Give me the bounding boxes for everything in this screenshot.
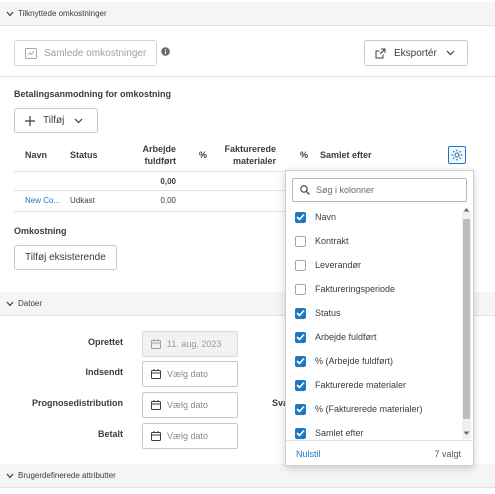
export-label: Eksportér [394,47,437,59]
created-date-field: 11. aug. 2023 [142,331,238,357]
checkbox-checked[interactable] [295,403,306,415]
search-placeholder: Søg i kolonner [316,185,375,195]
column-header-percent-work[interactable]: % [199,149,207,161]
column-option-label: % (Fakturerede materialer) [315,404,423,414]
column-option-label: Samlet efter [315,428,364,438]
submitted-date-value: Vælg dato [167,369,209,379]
column-header-work-completed[interactable]: Arbejde fuldført [128,143,176,167]
total-costs-button[interactable]: Samlede omkostninger [14,40,157,66]
total-work-completed: 0,00 [160,177,176,186]
plus-icon [25,115,35,126]
column-option-label: Status [315,308,341,318]
calendar-icon [151,369,161,379]
checkbox-checked[interactable] [295,307,306,319]
chevron-down-icon [5,471,14,480]
column-option-label: Fakturerede materialer [315,380,407,390]
calendar-icon [151,339,161,349]
calendar-icon [151,400,161,410]
summary-icon [25,47,37,59]
section-header-custom-attributes[interactable]: Brugerdefinerede attributter [0,464,495,488]
add-existing-label: Tilføj eksisterende [25,252,106,263]
chevron-down-icon [74,118,83,124]
column-option-label: Faktureringsperiode [315,284,396,294]
created-date-value: 11. aug. 2023 [167,339,222,349]
chevron-down-icon [5,299,14,308]
table-row[interactable]: New Co... Udkast 0,00 [14,191,285,211]
calendar-icon [151,431,161,441]
column-option[interactable]: Kontrakt [295,233,349,249]
created-label: Oprettet [87,337,123,347]
forecast-distribution-date-field[interactable]: Vælg dato [142,392,238,418]
scrollbar-thumb[interactable] [463,219,470,419]
paid-date-value: Vælg dato [167,431,209,441]
checkbox-unchecked[interactable] [295,235,306,247]
column-option-label: Kontrakt [315,236,349,246]
section-title: Tilknyttede omkostninger [18,9,107,18]
column-search-input[interactable]: Søg i kolonner [292,178,467,202]
checkbox-checked[interactable] [295,379,306,391]
forecast-distribution-date-value: Vælg dato [167,400,209,410]
column-header-percent-materials[interactable]: % [300,149,308,161]
column-header-invoiced-materials[interactable]: Fakturerede materialer [218,143,276,167]
info-icon[interactable] [161,47,170,56]
section-title: Brugerdefinerede attributter [18,471,116,480]
row-work-completed: 0,00 [160,196,176,205]
column-option[interactable]: Arbejde fuldført [295,329,377,345]
cost-title: Omkostning [14,226,67,236]
column-header-total-after[interactable]: Samlet efter [320,149,372,161]
selected-count: 7 valgt [434,448,461,459]
export-button[interactable]: Eksportér [364,40,468,66]
checkbox-unchecked[interactable] [295,259,306,271]
checkbox-checked[interactable] [295,211,306,223]
section-header-related-costs[interactable]: Tilknyttede omkostninger [0,2,495,26]
payment-request-title: Betalingsanmodning for omkostning [14,89,171,99]
section-title: Datoer [18,299,43,308]
submitted-label: Indsendt [85,367,124,377]
row-divider [14,211,285,212]
table-header-divider [14,171,285,172]
export-icon [375,48,386,59]
column-option[interactable]: Fakturerede materialer [295,377,406,393]
paid-label: Betalt [97,429,123,439]
column-option-label: Leverandør [315,260,362,270]
column-header-name[interactable]: Navn [25,149,47,161]
chevron-down-icon [5,9,14,18]
scroll-down-arrow-icon[interactable] [463,431,470,436]
column-picker-panel: Søg i kolonner Navn Kontrakt Leverandør Fak… [285,170,474,466]
scroll-up-arrow-icon[interactable] [463,207,470,212]
column-option[interactable]: Status [295,305,341,321]
add-existing-button[interactable]: Tilføj eksisterende [14,245,117,270]
submitted-date-field[interactable]: Vælg dato [142,361,238,387]
add-label: Tilføj [43,115,65,126]
checkbox-checked[interactable] [295,331,306,343]
column-option-label: Arbejde fuldført [315,332,377,342]
column-settings-gear-icon[interactable] [448,146,466,164]
column-option-label: % (Arbejde fuldført) [315,356,394,366]
paid-date-field[interactable]: Vælg dato [142,423,238,449]
column-option-label: Navn [315,212,337,222]
column-option[interactable]: % (Fakturerede materialer) [295,401,423,417]
row-status: Udkast [70,196,95,205]
checkbox-checked[interactable] [295,427,306,439]
checkbox-unchecked[interactable] [295,283,306,295]
column-option[interactable]: Samlet efter [295,425,364,441]
chevron-down-icon [446,50,455,56]
forecast-distribution-label: Prognosedistribution [32,398,123,408]
checkbox-checked[interactable] [295,355,306,367]
column-option[interactable]: Navn [295,209,336,225]
search-icon [300,185,310,195]
divider [0,76,495,77]
total-costs-label: Samlede omkostninger [44,47,147,59]
column-header-status[interactable]: Status [70,149,98,161]
column-picker-footer: Nulstil 7 valgt [286,440,473,466]
column-option[interactable]: Leverandør [295,257,361,273]
add-payment-request-button[interactable]: Tilføj [14,108,98,133]
column-option[interactable]: % (Arbejde fuldført) [295,353,393,369]
reset-link[interactable]: Nulstil [296,449,321,459]
column-option[interactable]: Faktureringsperiode [295,281,395,297]
row-name-link[interactable]: New Co... [25,196,60,205]
